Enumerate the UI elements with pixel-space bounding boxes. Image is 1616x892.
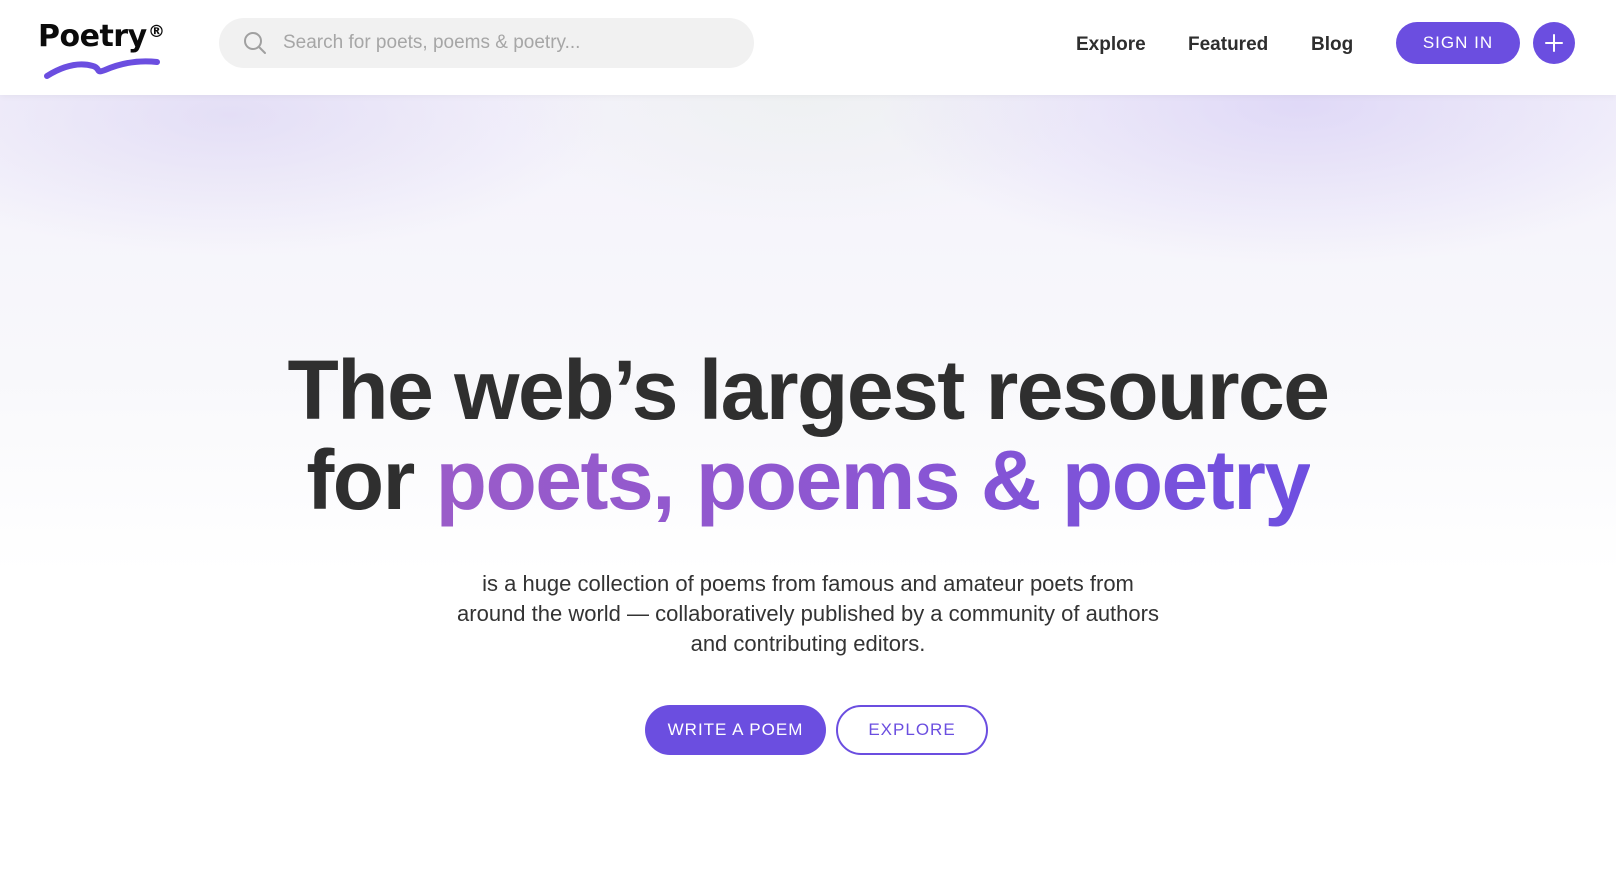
headline-accent: poets, poems & poetry [435,433,1312,527]
hero-section: The web’s largest resource for poets, po… [0,95,1616,892]
hero-headline: The web’s largest resource for poets, po… [0,345,1616,525]
nav-explore[interactable]: Explore [1076,31,1146,59]
headline-line-1: The web’s largest resource [287,343,1330,437]
logo-swoosh-icon [44,58,160,79]
site-header: Poetry ® Explore Featured Blog SIGN IN [0,0,1616,95]
add-button[interactable] [1533,22,1575,64]
write-poem-button[interactable]: WRITE A POEM [645,705,826,755]
search-input[interactable] [283,18,733,68]
headline-line-2: for poets, poems & poetry [0,435,1616,525]
hero-description: is a huge collection of poems from famou… [457,571,1159,656]
search-icon [244,32,266,54]
search-bar[interactable] [219,18,754,68]
plus-icon [1545,34,1563,52]
poetry-logo[interactable]: Poetry ® [38,20,168,82]
sign-in-button[interactable]: SIGN IN [1396,22,1520,64]
nav-featured[interactable]: Featured [1188,31,1268,59]
logo-registered-mark: ® [148,22,165,42]
headline-prefix: for [306,433,436,527]
nav-blog[interactable]: Blog [1311,31,1353,59]
explore-button[interactable]: EXPLORE [836,705,988,755]
